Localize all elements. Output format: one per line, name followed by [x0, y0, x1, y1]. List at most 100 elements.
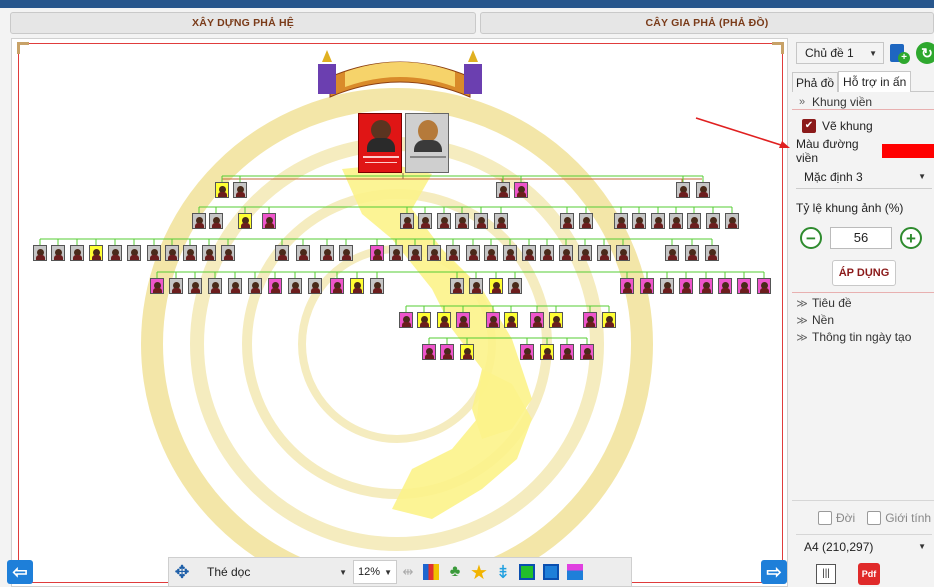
person-node[interactable] [408, 245, 422, 261]
person-node[interactable] [496, 182, 510, 198]
refresh-icon[interactable]: ↻ [916, 42, 934, 64]
person-node[interactable] [660, 278, 674, 294]
person-node[interactable] [640, 278, 654, 294]
person-node[interactable] [70, 245, 84, 261]
tab-build-genealogy[interactable]: XÂY DỰNG PHẢ HỆ [10, 12, 476, 34]
person-node[interactable] [33, 245, 47, 261]
person-node[interactable] [602, 312, 616, 328]
org-chart-icon[interactable] [563, 560, 587, 584]
next-arrow-button[interactable]: ⇨ [761, 560, 787, 584]
person-node[interactable] [494, 213, 508, 229]
person-node[interactable] [150, 278, 164, 294]
person-node[interactable] [520, 344, 534, 360]
person-node[interactable] [108, 245, 122, 261]
person-node[interactable] [503, 245, 517, 261]
person-node[interactable] [437, 213, 451, 229]
layout-green-icon[interactable] [515, 560, 539, 584]
tab-pha-do[interactable]: Phả đồ [792, 71, 839, 92]
pdf-export-button[interactable]: Pdf [858, 563, 880, 585]
person-node[interactable] [399, 312, 413, 328]
person-node[interactable] [202, 245, 216, 261]
zoom-select[interactable]: 12% ▼ [353, 560, 397, 584]
frame-style-select[interactable]: Mặc định 3 ▼ [796, 165, 932, 189]
star-icon[interactable]: ★ [467, 560, 491, 584]
layout-blue-icon[interactable] [539, 560, 563, 584]
person-node[interactable] [486, 312, 500, 328]
draw-frame-option[interactable]: ✔ Vẽ khung [802, 117, 873, 135]
person-node[interactable] [188, 278, 202, 294]
person-node[interactable] [215, 182, 229, 198]
person-node[interactable] [417, 312, 431, 328]
person-node[interactable] [456, 312, 470, 328]
person-node[interactable] [169, 278, 183, 294]
person-node[interactable] [165, 245, 179, 261]
person-node[interactable] [522, 245, 536, 261]
person-node[interactable] [578, 245, 592, 261]
frame-section-header[interactable]: » Khung viền [792, 94, 934, 110]
person-node[interactable] [350, 278, 364, 294]
fit-width-icon[interactable]: ⇹ [397, 560, 419, 584]
chart-icon[interactable] [419, 560, 443, 584]
person-node[interactable] [632, 213, 646, 229]
person-node[interactable] [339, 245, 353, 261]
person-node[interactable] [560, 213, 574, 229]
person-node[interactable] [665, 245, 679, 261]
person-node[interactable] [248, 278, 262, 294]
person-node[interactable] [389, 245, 403, 261]
person-node[interactable] [484, 245, 498, 261]
move-icon[interactable]: ✥ [169, 560, 195, 584]
person-node[interactable] [208, 278, 222, 294]
person-node[interactable] [489, 278, 503, 294]
created-info-section-header[interactable]: ≫ Thông tin ngày tạo [792, 329, 911, 345]
person-node[interactable] [89, 245, 103, 261]
person-node[interactable] [514, 182, 528, 198]
person-node[interactable] [330, 278, 344, 294]
person-node[interactable] [540, 245, 554, 261]
person-node[interactable] [422, 344, 436, 360]
person-node[interactable] [275, 245, 289, 261]
person-node[interactable] [614, 213, 628, 229]
person-node[interactable] [616, 245, 630, 261]
person-node[interactable] [530, 312, 544, 328]
person-node[interactable] [238, 213, 252, 229]
person-node[interactable] [446, 245, 460, 261]
orientation-select[interactable]: Thé dọc ▼ [195, 560, 353, 584]
person-node[interactable] [440, 344, 454, 360]
person-node[interactable] [370, 278, 384, 294]
person-node[interactable] [597, 245, 611, 261]
decrease-ratio-button[interactable]: − [800, 227, 822, 249]
increase-ratio-button[interactable]: + [900, 227, 922, 249]
person-node[interactable] [540, 344, 554, 360]
person-node[interactable] [549, 312, 563, 328]
person-node[interactable] [455, 213, 469, 229]
person-node[interactable] [725, 213, 739, 229]
person-node[interactable] [560, 344, 574, 360]
person-node[interactable] [620, 278, 634, 294]
person-node[interactable] [757, 278, 771, 294]
border-color-swatch[interactable] [882, 144, 934, 158]
person-node[interactable] [706, 213, 720, 229]
person-node[interactable] [737, 278, 751, 294]
tree-canvas[interactable] [11, 38, 788, 587]
person-node[interactable] [696, 182, 710, 198]
person-node[interactable] [508, 278, 522, 294]
person-node[interactable] [474, 213, 488, 229]
person-node[interactable] [687, 213, 701, 229]
title-section-header[interactable]: ≫ Tiêu đề [792, 295, 851, 311]
person-node[interactable] [669, 213, 683, 229]
person-node[interactable] [559, 245, 573, 261]
person-node[interactable] [296, 245, 310, 261]
ratio-input[interactable]: 56 [830, 227, 892, 249]
person-node[interactable] [469, 278, 483, 294]
gender-checkbox[interactable] [867, 511, 882, 525]
prev-arrow-button[interactable]: ⇦ [7, 560, 33, 584]
barcode-icon[interactable]: ||| [816, 564, 836, 584]
person-node[interactable] [705, 245, 719, 261]
apply-button[interactable]: ÁP DỤNG [832, 260, 896, 286]
person-node[interactable] [427, 245, 441, 261]
person-node[interactable] [450, 278, 464, 294]
person-node[interactable] [400, 213, 414, 229]
tree-icon[interactable]: ♣ [443, 560, 467, 584]
person-node[interactable] [676, 182, 690, 198]
person-node[interactable] [651, 213, 665, 229]
